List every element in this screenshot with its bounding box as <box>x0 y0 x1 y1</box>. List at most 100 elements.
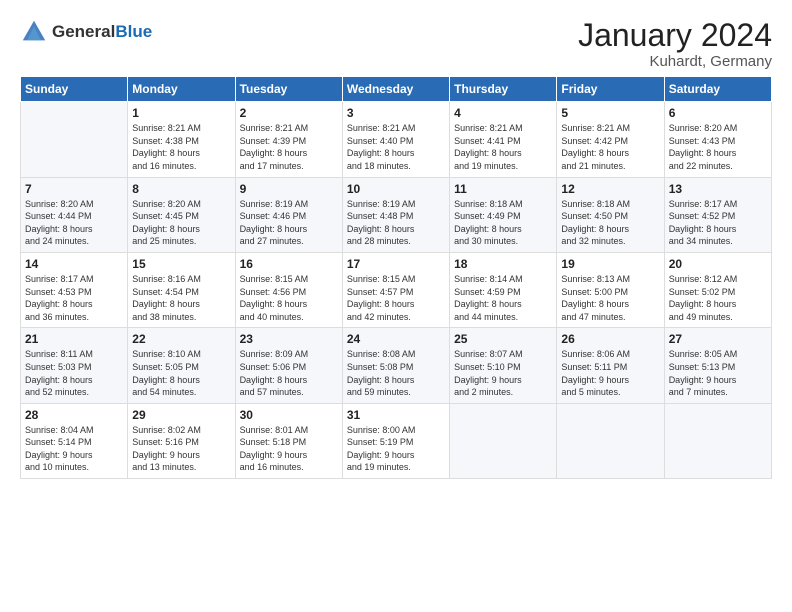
daylight-text: Daylight: 8 hours <box>454 298 552 311</box>
daylight-text: Daylight: 8 hours <box>25 223 123 236</box>
daylight-text: Daylight: 8 hours <box>25 298 123 311</box>
day-number: 26 <box>561 332 659 346</box>
daylight-text: Daylight: 8 hours <box>240 223 338 236</box>
sunrise-text: Sunrise: 8:21 AM <box>561 122 659 135</box>
sunset-text: Sunset: 5:14 PM <box>25 436 123 449</box>
day-number: 5 <box>561 106 659 120</box>
sunrise-text: Sunrise: 8:20 AM <box>669 122 767 135</box>
day-number: 29 <box>132 408 230 422</box>
sunrise-text: Sunrise: 8:18 AM <box>561 198 659 211</box>
daylight-text: Daylight: 8 hours <box>669 147 767 160</box>
daylight-text: Daylight: 9 hours <box>669 374 767 387</box>
header-thursday: Thursday <box>450 77 557 102</box>
day-number: 7 <box>25 182 123 196</box>
day-number: 14 <box>25 257 123 271</box>
calendar-week-row: 7 Sunrise: 8:20 AMSunset: 4:44 PMDaylight… <box>21 177 772 252</box>
sunset-text: Sunset: 5:11 PM <box>561 361 659 374</box>
daylight-minutes: and 44 minutes. <box>454 311 552 324</box>
sunrise-text: Sunrise: 8:21 AM <box>132 122 230 135</box>
sunset-text: Sunset: 5:08 PM <box>347 361 445 374</box>
day-number: 31 <box>347 408 445 422</box>
sunrise-text: Sunrise: 8:05 AM <box>669 348 767 361</box>
sunset-text: Sunset: 5:19 PM <box>347 436 445 449</box>
daylight-minutes: and 38 minutes. <box>132 311 230 324</box>
daylight-text: Daylight: 8 hours <box>454 147 552 160</box>
table-row: 31 Sunrise: 8:00 AMSunset: 5:19 PMDayligh… <box>342 403 449 478</box>
day-info: Sunrise: 8:06 AMSunset: 5:11 PMDaylight:… <box>561 348 659 398</box>
calendar-week-row: 1Sunrise: 8:21 AMSunset: 4:38 PMDaylight… <box>21 102 772 177</box>
sunrise-text: Sunrise: 8:20 AM <box>132 198 230 211</box>
day-info: Sunrise: 8:10 AMSunset: 5:05 PMDaylight:… <box>132 348 230 398</box>
day-info: Sunrise: 8:14 AMSunset: 4:59 PMDaylight:… <box>454 273 552 323</box>
day-info: Sunrise: 8:17 AMSunset: 4:52 PMDaylight:… <box>669 198 767 248</box>
daylight-text: Daylight: 9 hours <box>347 449 445 462</box>
day-info: Sunrise: 8:20 AMSunset: 4:44 PMDaylight:… <box>25 198 123 248</box>
day-info: Sunrise: 8:21 AMSunset: 4:42 PMDaylight:… <box>561 122 659 172</box>
day-info: Sunrise: 8:18 AMSunset: 4:50 PMDaylight:… <box>561 198 659 248</box>
sunrise-text: Sunrise: 8:21 AM <box>240 122 338 135</box>
sunrise-text: Sunrise: 8:11 AM <box>25 348 123 361</box>
day-number: 2 <box>240 106 338 120</box>
sunset-text: Sunset: 5:00 PM <box>561 286 659 299</box>
day-number: 22 <box>132 332 230 346</box>
daylight-text: Daylight: 8 hours <box>240 298 338 311</box>
daylight-minutes: and 57 minutes. <box>240 386 338 399</box>
logo-icon <box>20 18 48 46</box>
day-number: 17 <box>347 257 445 271</box>
table-row: 14Sunrise: 8:17 AMSunset: 4:53 PMDayligh… <box>21 252 128 327</box>
daylight-text: Daylight: 8 hours <box>561 147 659 160</box>
sunset-text: Sunset: 4:48 PM <box>347 210 445 223</box>
daylight-minutes: and 47 minutes. <box>561 311 659 324</box>
daylight-minutes: and 59 minutes. <box>347 386 445 399</box>
day-info: Sunrise: 8:16 AMSunset: 4:54 PMDaylight:… <box>132 273 230 323</box>
day-number: 15 <box>132 257 230 271</box>
daylight-text: Daylight: 8 hours <box>240 147 338 160</box>
table-row: 24Sunrise: 8:08 AMSunset: 5:08 PMDayligh… <box>342 328 449 403</box>
day-info: Sunrise: 8:07 AMSunset: 5:10 PMDaylight:… <box>454 348 552 398</box>
sunset-text: Sunset: 4:56 PM <box>240 286 338 299</box>
daylight-minutes: and 25 minutes. <box>132 235 230 248</box>
sunset-text: Sunset: 4:39 PM <box>240 135 338 148</box>
day-number: 20 <box>669 257 767 271</box>
sunset-text: Sunset: 4:46 PM <box>240 210 338 223</box>
table-row: 17Sunrise: 8:15 AMSunset: 4:57 PMDayligh… <box>342 252 449 327</box>
sunrise-text: Sunrise: 8:07 AM <box>454 348 552 361</box>
table-row <box>21 102 128 177</box>
sunset-text: Sunset: 4:52 PM <box>669 210 767 223</box>
daylight-minutes: and 13 minutes. <box>132 461 230 474</box>
sunset-text: Sunset: 4:57 PM <box>347 286 445 299</box>
day-number: 8 <box>132 182 230 196</box>
daylight-text: Daylight: 9 hours <box>25 449 123 462</box>
day-number: 30 <box>240 408 338 422</box>
day-info: Sunrise: 8:08 AMSunset: 5:08 PMDaylight:… <box>347 348 445 398</box>
daylight-minutes: and 28 minutes. <box>347 235 445 248</box>
table-row: 29Sunrise: 8:02 AMSunset: 5:16 PMDayligh… <box>128 403 235 478</box>
title-block: January 2024 Kuhardt, Germany <box>578 18 772 70</box>
table-row: 27Sunrise: 8:05 AMSunset: 5:13 PMDayligh… <box>664 328 771 403</box>
daylight-text: Daylight: 9 hours <box>132 449 230 462</box>
sunset-text: Sunset: 5:03 PM <box>25 361 123 374</box>
header-tuesday: Tuesday <box>235 77 342 102</box>
header-wednesday: Wednesday <box>342 77 449 102</box>
sunrise-text: Sunrise: 8:17 AM <box>25 273 123 286</box>
logo: GeneralBlue <box>20 18 152 46</box>
table-row: 25 Sunrise: 8:07 AMSunset: 5:10 PMDayligh… <box>450 328 557 403</box>
table-row: 22 Sunrise: 8:10 AMSunset: 5:05 PMDayligh… <box>128 328 235 403</box>
table-row: 12Sunrise: 8:18 AMSunset: 4:50 PMDayligh… <box>557 177 664 252</box>
sunrise-text: Sunrise: 8:09 AM <box>240 348 338 361</box>
day-info: Sunrise: 8:00 AMSunset: 5:19 PMDaylight:… <box>347 424 445 474</box>
daylight-minutes: and 34 minutes. <box>669 235 767 248</box>
sunrise-text: Sunrise: 8:14 AM <box>454 273 552 286</box>
day-number: 9 <box>240 182 338 196</box>
daylight-text: Daylight: 8 hours <box>132 147 230 160</box>
day-number: 25 <box>454 332 552 346</box>
daylight-text: Daylight: 8 hours <box>25 374 123 387</box>
day-number: 19 <box>561 257 659 271</box>
day-info: Sunrise: 8:01 AMSunset: 5:18 PMDaylight:… <box>240 424 338 474</box>
daylight-text: Daylight: 8 hours <box>561 298 659 311</box>
table-row: 6Sunrise: 8:20 AMSunset: 4:43 PMDaylight… <box>664 102 771 177</box>
daylight-text: Daylight: 8 hours <box>347 298 445 311</box>
sunset-text: Sunset: 5:10 PM <box>454 361 552 374</box>
sunset-text: Sunset: 4:38 PM <box>132 135 230 148</box>
sunset-text: Sunset: 5:18 PM <box>240 436 338 449</box>
